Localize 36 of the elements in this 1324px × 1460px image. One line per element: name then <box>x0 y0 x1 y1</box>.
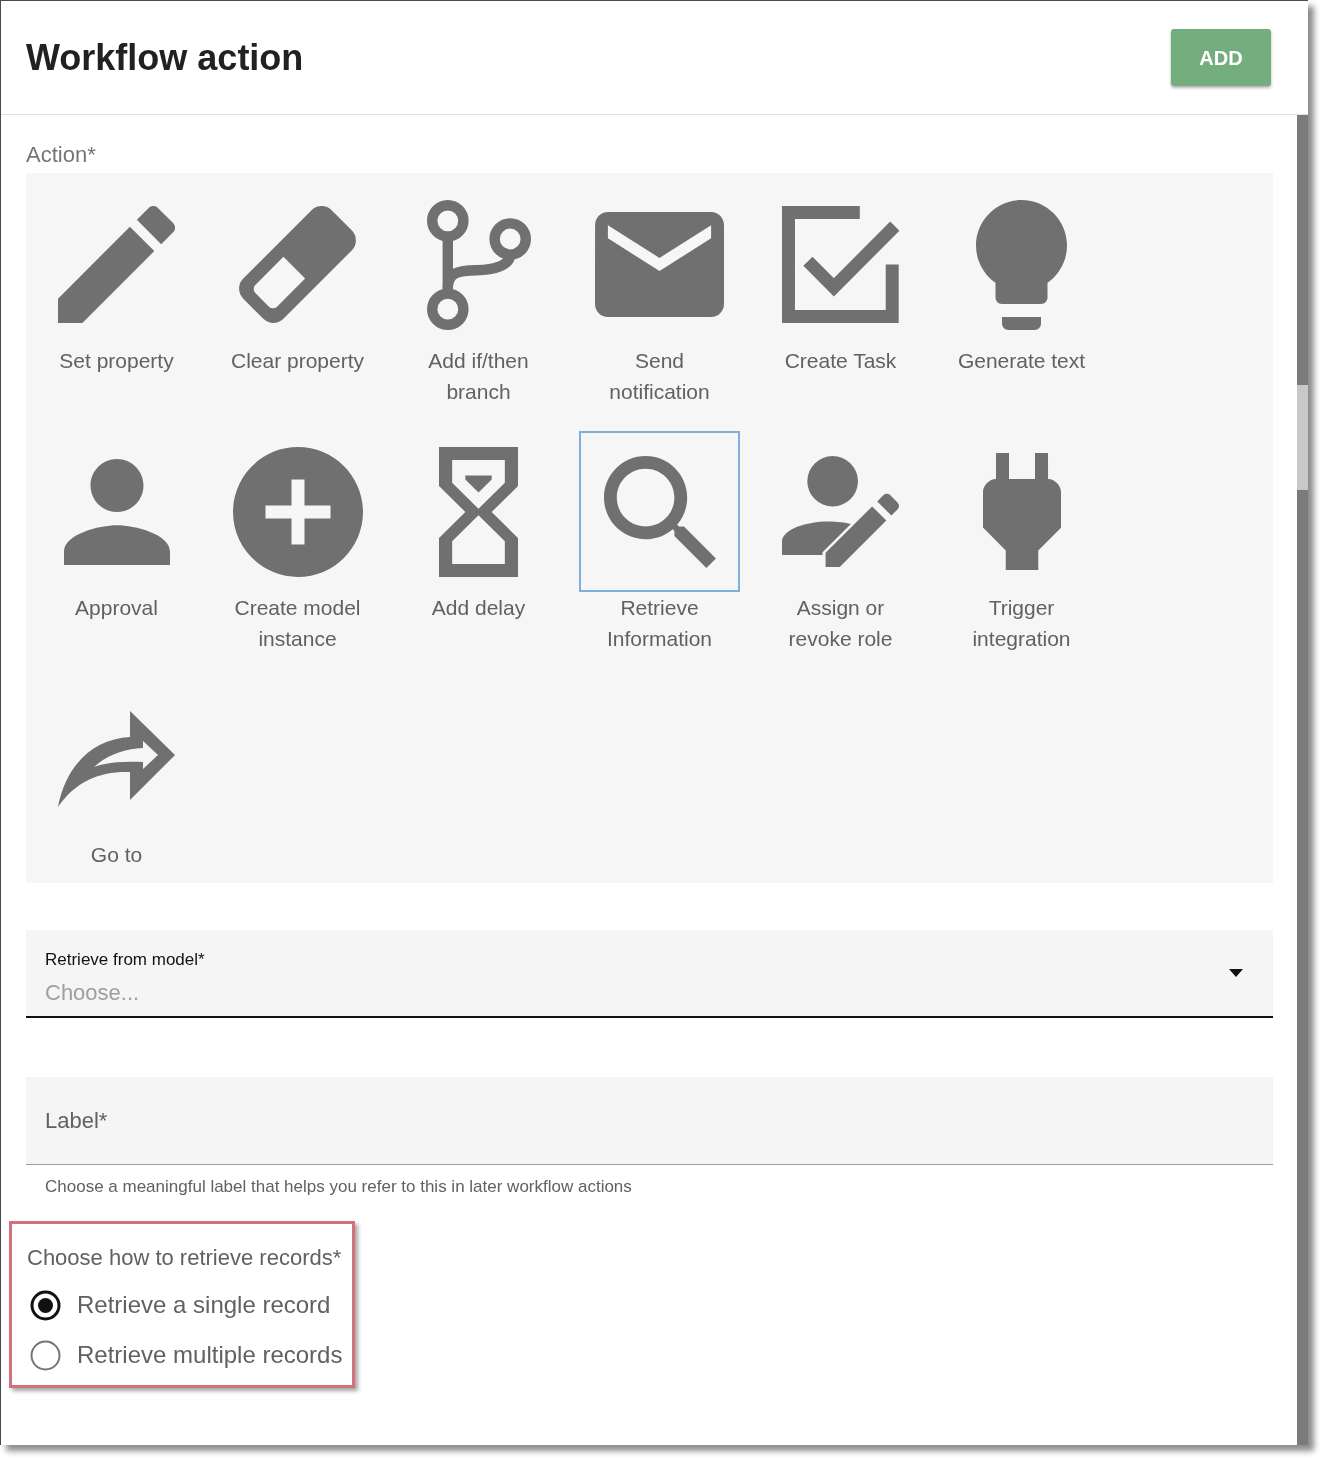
group-label: Choose how to retrieve records* <box>27 1245 343 1271</box>
action-option[interactable]: Set property <box>26 184 207 407</box>
action-option[interactable]: Approval <box>26 431 207 654</box>
action-option[interactable]: Create Task <box>750 184 931 407</box>
action-option[interactable]: Clear property <box>207 184 388 407</box>
plug-icon <box>982 453 1061 570</box>
radio-button[interactable] <box>30 1339 61 1371</box>
select-field[interactable]: Retrieve from model* Choose... <box>26 930 1273 1018</box>
action-option[interactable]: Assign or revoke role <box>750 431 931 654</box>
checked-box-icon <box>781 206 900 323</box>
person-pencil-icon <box>782 456 899 567</box>
radio-button[interactable] <box>30 1289 61 1321</box>
person-icon <box>63 458 170 565</box>
envelope-icon <box>595 212 724 317</box>
field-label: Action* <box>26 142 97 168</box>
action-option[interactable]: Trigger integration <box>931 431 1112 654</box>
pencil-icon <box>58 206 175 323</box>
action-option[interactable]: Add if/then branch <box>388 184 569 407</box>
curved-arrow-icon <box>58 710 175 807</box>
helper-text: Choose a meaningful label that helps you refer to this in later workflow actions <box>44 1176 633 1198</box>
scrollbar-thumb[interactable] <box>1297 385 1308 490</box>
scrollbar-track[interactable] <box>1297 115 1308 1445</box>
dialog-title: Workflow action <box>26 35 304 80</box>
caret-icon[interactable] <box>1229 969 1243 977</box>
lightbulb-icon <box>976 199 1067 330</box>
action-option[interactable]: Send notification <box>569 184 750 407</box>
hourglass-icon <box>439 446 518 577</box>
action-option[interactable]: Generate text <box>931 184 1112 407</box>
radio-label[interactable]: Retrieve multiple records <box>77 1340 343 1370</box>
radio-label[interactable]: Retrieve a single record <box>77 1290 331 1320</box>
action-option[interactable]: Add delay <box>388 431 569 654</box>
branch-icon <box>426 199 531 330</box>
text-field[interactable]: Label* <box>26 1077 1273 1165</box>
action-option[interactable]: Create model instance <box>207 431 388 654</box>
action-option[interactable]: Go to <box>26 678 207 870</box>
search-icon <box>603 455 716 568</box>
